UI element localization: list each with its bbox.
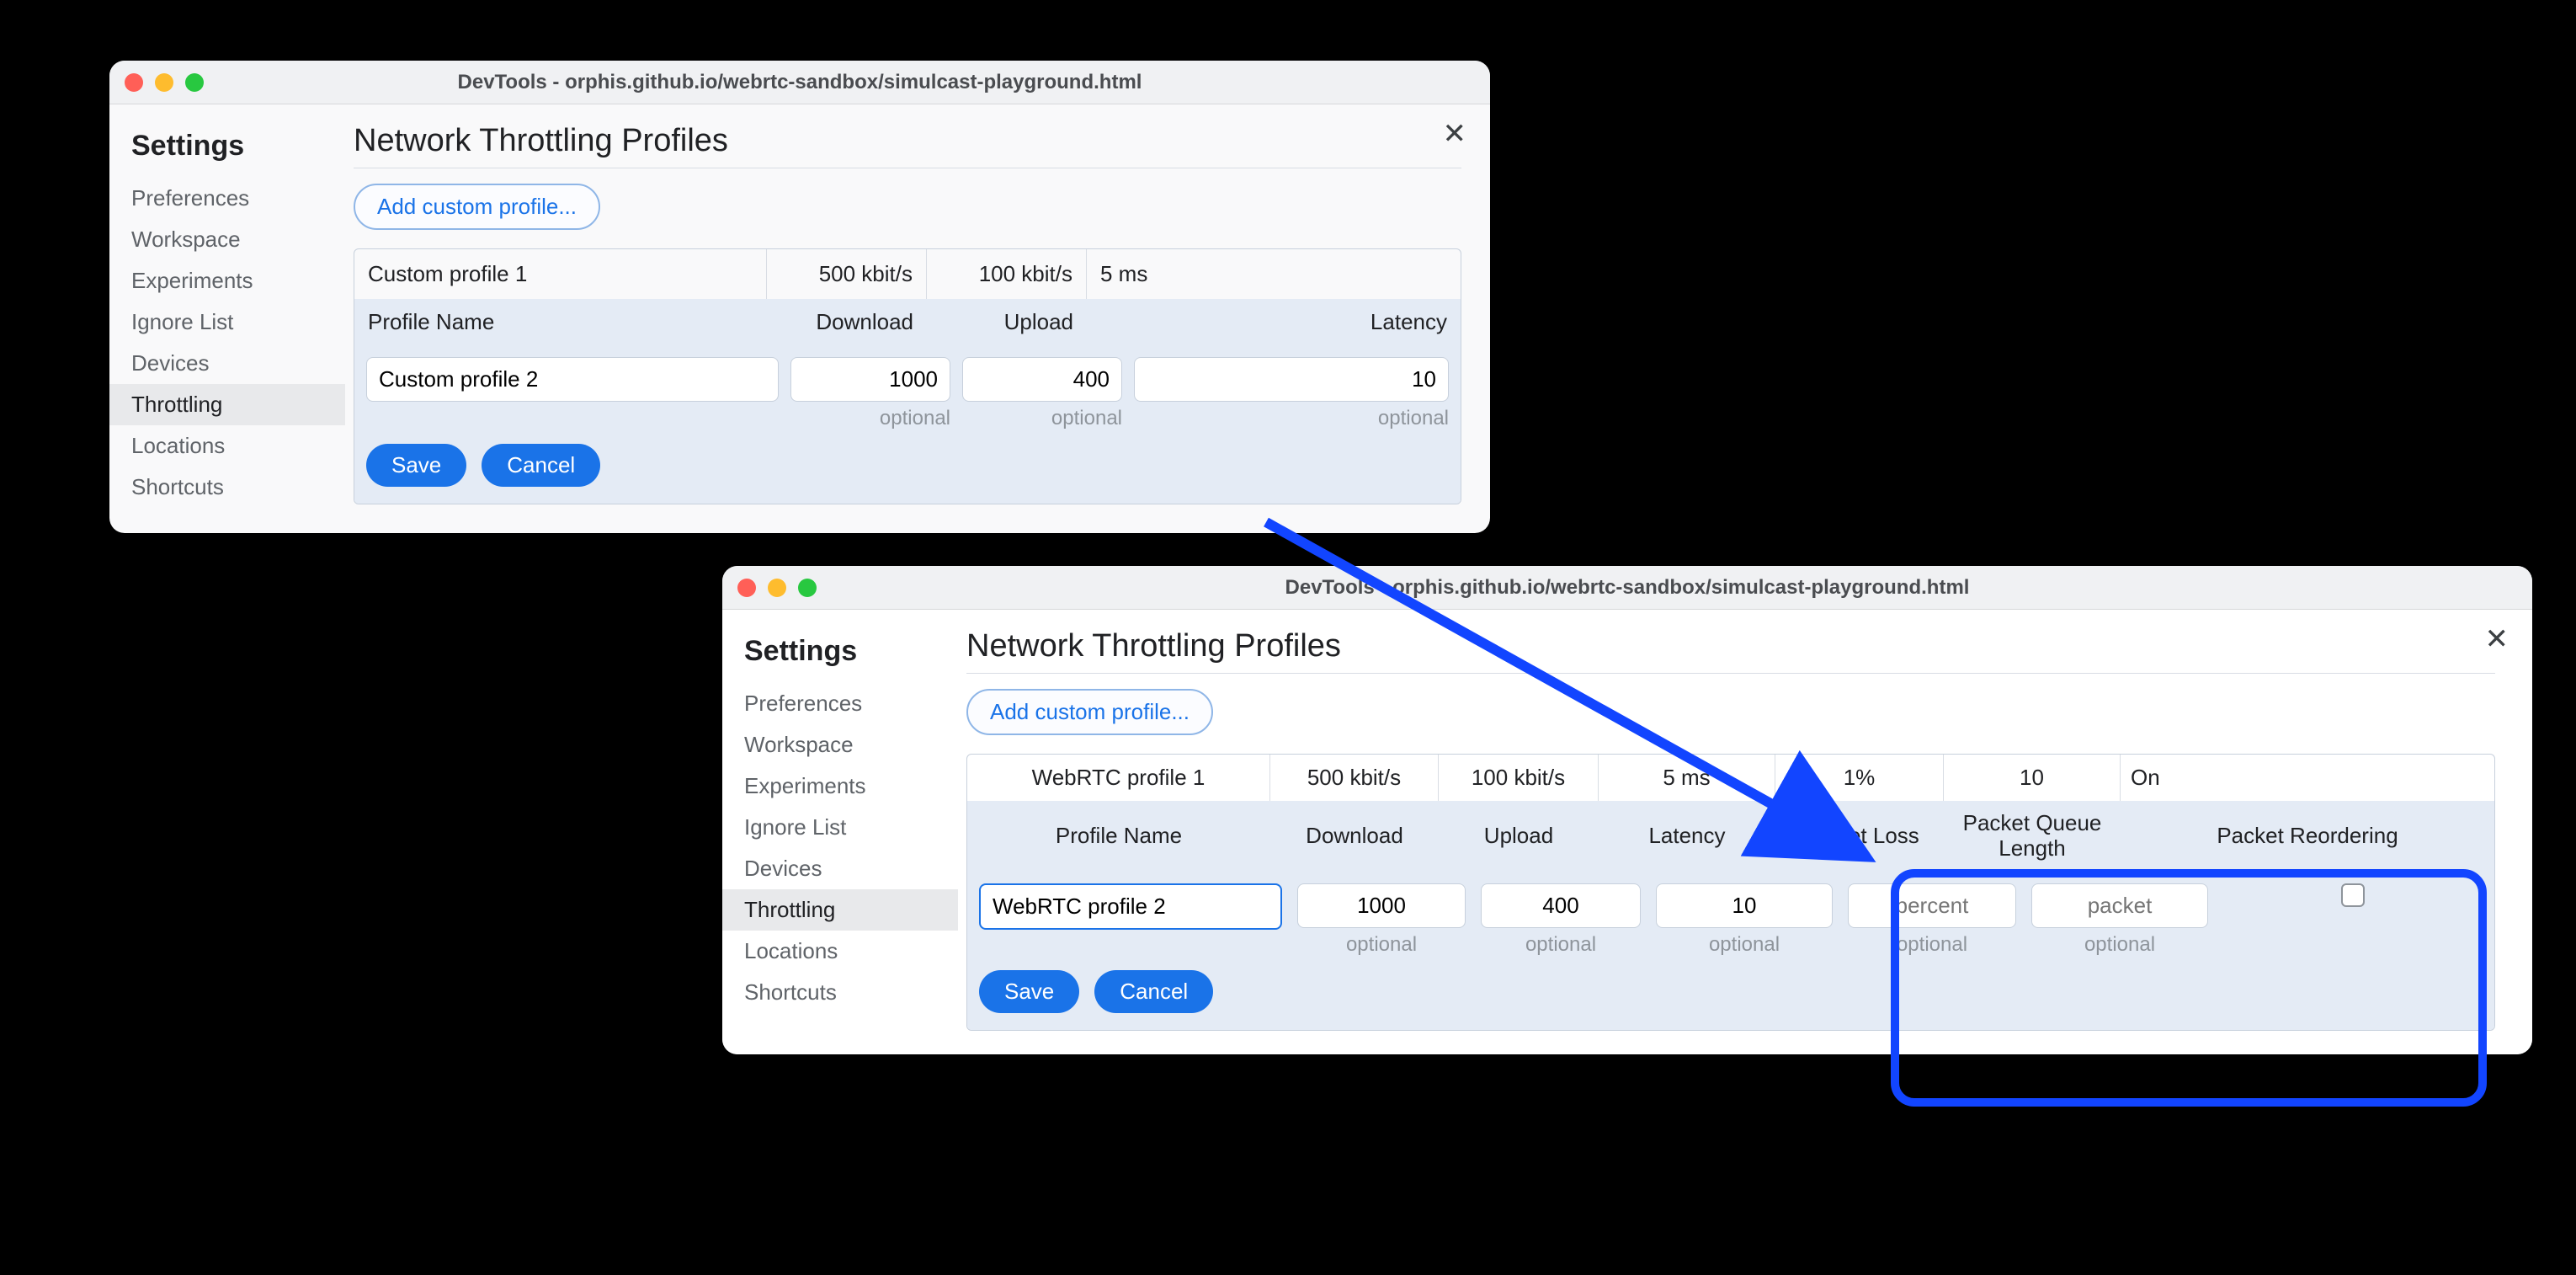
hdr-download: Download bbox=[1270, 813, 1439, 859]
profile-name: WebRTC profile 1 bbox=[967, 755, 1270, 801]
sidebar-item-shortcuts[interactable]: Shortcuts bbox=[722, 972, 958, 1013]
sidebar-item-throttling[interactable]: Throttling bbox=[109, 384, 345, 425]
upload-hint: optional bbox=[962, 402, 1122, 430]
hdr-profile-name: Profile Name bbox=[967, 813, 1270, 859]
latency-input[interactable] bbox=[1656, 883, 1833, 928]
close-icon[interactable]: ✕ bbox=[2485, 625, 2509, 654]
profile-download: 500 kbit/s bbox=[1270, 755, 1439, 801]
profile-queue-length: 10 bbox=[1944, 755, 2121, 801]
profile-upload: 100 kbit/s bbox=[1439, 755, 1599, 801]
zoom-dot-icon[interactable] bbox=[185, 73, 204, 92]
latency-hint: optional bbox=[1656, 928, 1833, 957]
hdr-upload: Upload bbox=[927, 299, 1087, 345]
sidebar-item-workspace[interactable]: Workspace bbox=[722, 724, 958, 766]
profiles-table: WebRTC profile 1 500 kbit/s 100 kbit/s 5… bbox=[966, 754, 2495, 1031]
download-hint: optional bbox=[790, 402, 950, 430]
settings-sidebar: Settings Preferences Workspace Experimen… bbox=[109, 104, 345, 533]
minimize-dot-icon[interactable] bbox=[768, 579, 786, 597]
profile-name-input[interactable] bbox=[979, 883, 1282, 930]
sidebar-item-ignore-list[interactable]: Ignore List bbox=[722, 807, 958, 848]
close-dot-icon[interactable] bbox=[737, 579, 756, 597]
sidebar-item-throttling[interactable]: Throttling bbox=[722, 889, 958, 931]
hdr-latency: Latency bbox=[1087, 299, 1461, 345]
save-button[interactable]: Save bbox=[979, 970, 1079, 1013]
sidebar-item-workspace[interactable]: Workspace bbox=[109, 219, 345, 260]
sidebar-item-shortcuts[interactable]: Shortcuts bbox=[109, 467, 345, 508]
sidebar-item-experiments[interactable]: Experiments bbox=[722, 766, 958, 807]
latency-input[interactable] bbox=[1134, 357, 1449, 402]
sidebar-title: Settings bbox=[109, 123, 345, 178]
close-dot-icon[interactable] bbox=[125, 73, 143, 92]
packet-loss-hint: optional bbox=[1848, 928, 2016, 957]
traffic-lights bbox=[737, 579, 817, 597]
zoom-dot-icon[interactable] bbox=[798, 579, 817, 597]
minimize-dot-icon[interactable] bbox=[155, 73, 173, 92]
cancel-button[interactable]: Cancel bbox=[482, 444, 600, 487]
profile-row[interactable]: Custom profile 1 500 kbit/s 100 kbit/s 5… bbox=[354, 249, 1461, 299]
window-old: DevTools - orphis.github.io/webrtc-sandb… bbox=[109, 61, 1490, 533]
hdr-latency: Latency bbox=[1599, 813, 1775, 859]
page-title: Network Throttling Profiles bbox=[354, 123, 1461, 168]
profile-name-input[interactable] bbox=[366, 357, 779, 402]
profile-download: 500 kbit/s bbox=[767, 249, 927, 299]
profile-upload: 100 kbit/s bbox=[927, 249, 1087, 299]
sidebar-title: Settings bbox=[722, 628, 958, 683]
window-title: DevTools - orphis.github.io/webrtc-sandb… bbox=[109, 71, 1490, 94]
packet-queue-input[interactable] bbox=[2031, 883, 2208, 928]
upload-input[interactable] bbox=[1481, 883, 1641, 928]
window-title: DevTools - orphis.github.io/webrtc-sandb… bbox=[722, 576, 2532, 600]
download-input[interactable] bbox=[1297, 883, 1466, 928]
sidebar-item-ignore-list[interactable]: Ignore List bbox=[109, 301, 345, 343]
add-custom-profile-button[interactable]: Add custom profile... bbox=[354, 184, 600, 230]
hdr-profile-name: Profile Name bbox=[354, 299, 767, 345]
profile-name: Custom profile 1 bbox=[354, 249, 767, 299]
sidebar-item-preferences[interactable]: Preferences bbox=[722, 683, 958, 724]
sidebar-item-locations[interactable]: Locations bbox=[109, 425, 345, 467]
column-headers: Profile Name Download Upload Latency Pac… bbox=[967, 801, 2494, 872]
download-hint: optional bbox=[1297, 928, 1466, 957]
hdr-download: Download bbox=[767, 299, 927, 345]
download-input[interactable] bbox=[790, 357, 950, 402]
titlebar[interactable]: DevTools - orphis.github.io/webrtc-sandb… bbox=[722, 566, 2532, 610]
window-new: DevTools - orphis.github.io/webrtc-sandb… bbox=[722, 566, 2532, 1054]
page-title: Network Throttling Profiles bbox=[966, 628, 2495, 674]
profile-edit-row: optional optional optional Save bbox=[354, 345, 1461, 504]
profile-latency: 5 ms bbox=[1087, 249, 1461, 299]
titlebar[interactable]: DevTools - orphis.github.io/webrtc-sandb… bbox=[109, 61, 1490, 104]
packet-queue-hint: optional bbox=[2031, 928, 2208, 957]
profiles-table: Custom profile 1 500 kbit/s 100 kbit/s 5… bbox=[354, 248, 1461, 504]
packet-loss-input[interactable] bbox=[1848, 883, 2016, 928]
profile-latency: 5 ms bbox=[1599, 755, 1775, 801]
hdr-reordering: Packet Reordering bbox=[2121, 814, 2494, 859]
sidebar-item-experiments[interactable]: Experiments bbox=[109, 260, 345, 301]
packet-reordering-checkbox[interactable] bbox=[2341, 883, 2365, 907]
upload-input[interactable] bbox=[962, 357, 1122, 402]
cancel-button[interactable]: Cancel bbox=[1094, 970, 1213, 1013]
traffic-lights bbox=[125, 73, 204, 92]
sidebar-item-devices[interactable]: Devices bbox=[109, 343, 345, 384]
close-icon[interactable]: ✕ bbox=[1443, 120, 1467, 148]
save-button[interactable]: Save bbox=[366, 444, 466, 487]
hdr-packet-loss: Packet Loss bbox=[1775, 814, 1944, 859]
profile-edit-row: optional optional optional optional bbox=[967, 872, 2494, 1030]
upload-hint: optional bbox=[1481, 928, 1641, 957]
settings-sidebar: Settings Preferences Workspace Experimen… bbox=[722, 610, 958, 1038]
column-headers: Profile Name Download Upload Latency bbox=[354, 299, 1461, 345]
latency-hint: optional bbox=[1134, 402, 1449, 430]
profile-row[interactable]: WebRTC profile 1 500 kbit/s 100 kbit/s 5… bbox=[967, 755, 2494, 801]
sidebar-item-devices[interactable]: Devices bbox=[722, 848, 958, 889]
sidebar-item-preferences[interactable]: Preferences bbox=[109, 178, 345, 219]
hdr-queue-length: Packet Queue Length bbox=[1944, 801, 2121, 872]
sidebar-item-locations[interactable]: Locations bbox=[722, 931, 958, 972]
profile-reordering: On bbox=[2121, 755, 2494, 801]
add-custom-profile-button[interactable]: Add custom profile... bbox=[966, 689, 1213, 735]
profile-packet-loss: 1% bbox=[1775, 755, 1944, 801]
hdr-upload: Upload bbox=[1439, 813, 1599, 859]
